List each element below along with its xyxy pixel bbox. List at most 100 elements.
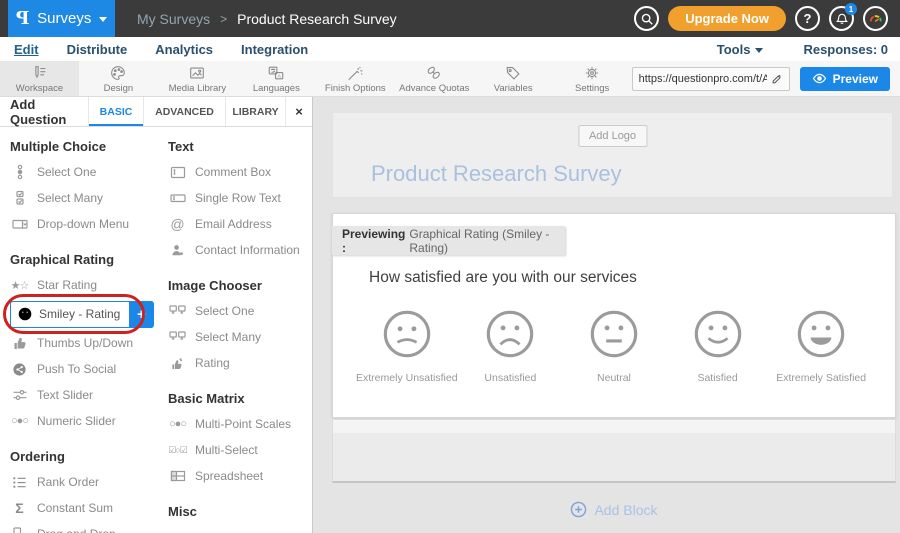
item-multi-select[interactable]: ☑○☑ Multi-Select	[168, 437, 312, 463]
item-thumbs-up-down[interactable]: Thumbs Up/Down	[10, 330, 168, 356]
survey-url-field[interactable]: https://questionpro.com/t/A	[632, 67, 790, 91]
add-smiley-question-button[interactable]: +	[129, 301, 153, 328]
questionpro-logo-icon: P	[16, 8, 30, 29]
account-avatar[interactable]	[863, 6, 888, 31]
item-select-one[interactable]: Select One	[10, 159, 168, 185]
item-push-to-social[interactable]: Push To Social	[10, 356, 168, 382]
item-numeric-slider[interactable]: ○●○ Numeric Slider	[10, 408, 168, 434]
close-sidebar-button[interactable]: ×	[285, 97, 312, 126]
comment-box-icon	[168, 165, 187, 180]
section-misc: Misc	[168, 504, 312, 519]
item-dropdown-menu[interactable]: Drop-down Menu	[10, 211, 168, 237]
breadcrumb-separator: >	[220, 12, 227, 26]
sidebar-header: Add Question BASIC ADVANCED LIBRARY ×	[0, 97, 312, 127]
nav-tab-analytics[interactable]: Analytics	[155, 42, 213, 57]
radio-stack-icon	[10, 164, 29, 180]
item-select-many[interactable]: Select Many	[10, 185, 168, 211]
breadcrumb-my-surveys[interactable]: My Surveys	[137, 11, 210, 27]
section-graphical-rating: Graphical Rating ★☆ Star Rating Smiley -…	[10, 252, 168, 434]
dropdown-icon	[10, 217, 29, 231]
toolbar-workspace-button[interactable]: Workspace	[0, 61, 79, 96]
ranked-list-icon	[10, 475, 29, 490]
chevron-down-icon	[755, 48, 763, 53]
nav-tab-distribute[interactable]: Distribute	[67, 42, 128, 57]
item-label: Star Rating	[37, 278, 97, 292]
tab-library[interactable]: LIBRARY	[225, 97, 285, 126]
gear-icon	[583, 64, 601, 82]
item-image-select-one[interactable]: Select One	[168, 298, 312, 324]
item-label: Select One	[37, 165, 96, 179]
item-image-select-many[interactable]: Select Many	[168, 324, 312, 350]
item-label: Drop-down Menu	[37, 217, 129, 231]
toolbar-variables-button[interactable]: Variables	[474, 61, 553, 96]
responses-count[interactable]: Responses: 0	[803, 42, 888, 57]
smiley-option-satisfied[interactable]: Satisfied	[666, 308, 770, 384]
toolbar-finish-options-button[interactable]: Finish Options	[316, 61, 395, 96]
nav-tab-integration[interactable]: Integration	[241, 42, 308, 57]
toolbar-label: Finish Options	[325, 83, 386, 94]
preview-button[interactable]: Preview	[800, 67, 890, 91]
item-rank-order[interactable]: Rank Order	[10, 469, 168, 495]
item-single-row-text[interactable]: Single Row Text	[168, 185, 312, 211]
item-email-address[interactable]: @ Email Address	[168, 211, 312, 237]
nav-tab-edit[interactable]: Edit	[14, 42, 39, 57]
item-image-rating[interactable]: Rating	[168, 350, 312, 376]
editor-toolbar: Workspace Design Media Library A Languag…	[0, 61, 900, 97]
search-icon	[640, 12, 654, 26]
add-logo-button[interactable]: Add Logo	[578, 125, 647, 147]
item-comment-box[interactable]: Comment Box	[168, 159, 312, 185]
survey-title[interactable]: Product Research Survey	[371, 161, 622, 187]
add-question-title: Add Question	[0, 97, 88, 126]
toolbar-settings-button[interactable]: Settings	[553, 61, 632, 96]
section-basic-matrix: Basic Matrix ○●○ Multi-Point Scales ☑○☑ …	[168, 391, 312, 489]
smiley-option-neutral[interactable]: Neutral	[562, 308, 666, 384]
search-button[interactable]	[634, 6, 659, 31]
smiley-option-unsatisfied[interactable]: Unsatisfied	[459, 308, 563, 384]
item-label: Spreadsheet	[195, 469, 263, 483]
topbar-actions: Upgrade Now ? 1	[634, 6, 888, 31]
block-footer	[332, 419, 896, 483]
tab-advanced[interactable]: ADVANCED	[143, 97, 225, 126]
previewing-value: Graphical Rating (Smiley - Rating)	[409, 227, 565, 255]
upgrade-now-button[interactable]: Upgrade Now	[668, 6, 786, 31]
share-icon	[10, 362, 29, 377]
item-label: Multi-Select	[195, 443, 258, 457]
big-smile-smiley-icon	[795, 308, 847, 360]
toolbar-media-library-button[interactable]: Media Library	[158, 61, 237, 96]
tab-basic[interactable]: BASIC	[88, 97, 143, 126]
notifications-button[interactable]: 1	[829, 6, 854, 31]
toolbar-advance-quotas-button[interactable]: Advance Quotas	[395, 61, 474, 96]
tools-menu[interactable]: Tools	[717, 42, 764, 57]
add-question-sidebar: Add Question BASIC ADVANCED LIBRARY × Mu…	[0, 97, 313, 533]
item-contact-information[interactable]: Contact Information	[168, 237, 312, 263]
breadcrumb-current: Product Research Survey	[237, 11, 397, 27]
brand-menu[interactable]: P Surveys	[8, 0, 115, 37]
toolbar-label: Advance Quotas	[399, 83, 469, 94]
item-constant-sum[interactable]: Σ Constant Sum	[10, 495, 168, 521]
question-preview-card: Previewing : Graphical Rating (Smiley - …	[332, 213, 896, 418]
item-label: Select One	[195, 304, 254, 318]
section-multiple-choice: Multiple Choice Select One Select Many	[10, 139, 168, 237]
smiley-option-extremely-satisfied[interactable]: Extremely Satisfied	[769, 308, 873, 384]
nav-right: Tools Responses: 0	[717, 42, 888, 57]
item-spreadsheet[interactable]: Spreadsheet	[168, 463, 312, 489]
item-drag-and-drop[interactable]: Drag and Drop	[10, 521, 168, 533]
magic-wand-icon	[346, 64, 364, 82]
question-mark-icon: ?	[804, 11, 812, 26]
smiley-option-extremely-unsatisfied[interactable]: Extremely Unsatisfied	[355, 308, 459, 384]
item-smiley-rating[interactable]: Smiley - Rating +	[10, 301, 154, 328]
palette-icon	[109, 64, 127, 82]
item-text-slider[interactable]: Text Slider	[10, 382, 168, 408]
item-label: Rating	[195, 356, 230, 370]
block-footer-strip	[333, 420, 895, 433]
toolbar-languages-button[interactable]: A Languages	[237, 61, 316, 96]
help-button[interactable]: ?	[795, 6, 820, 31]
add-block-button[interactable]: Add Block	[332, 501, 896, 518]
toolbar-design-button[interactable]: Design	[79, 61, 158, 96]
top-bar: P Surveys My Surveys > Product Research …	[0, 0, 900, 37]
tools-label: Tools	[717, 42, 751, 57]
frown-smiley-icon	[484, 308, 536, 360]
edit-pencil-icon[interactable]	[771, 73, 783, 85]
item-multi-point-scales[interactable]: ○●○ Multi-Point Scales	[168, 411, 312, 437]
item-star-rating[interactable]: ★☆ Star Rating	[10, 272, 168, 298]
